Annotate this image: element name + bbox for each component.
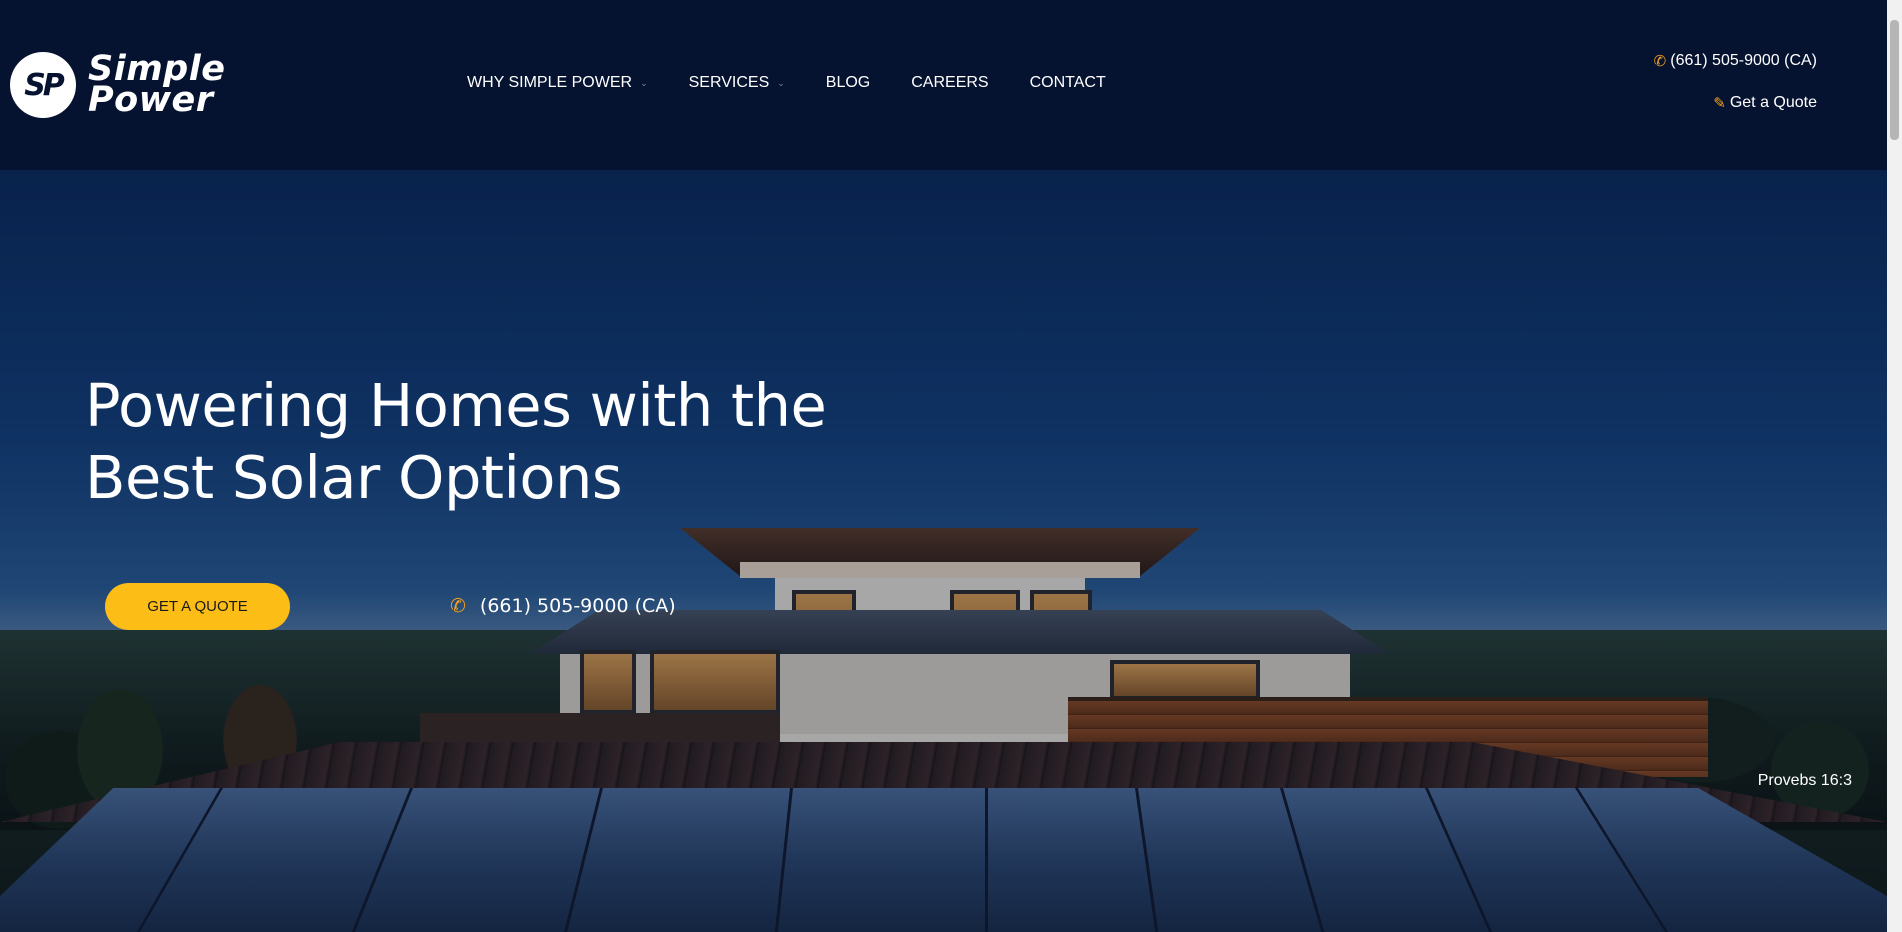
header-contact: ✆ (661) 505-9000 (CA) ✎ Get a Quote [1654, 52, 1817, 112]
chevron-down-icon: ⌄ [777, 77, 785, 88]
header-quote-link[interactable]: ✎ Get a Quote [1654, 94, 1817, 112]
hero-section: Powering Homes with the Best Solar Optio… [0, 170, 1887, 932]
nav-item-services[interactable]: SERVICES ⌄ [689, 74, 785, 92]
header-phone-number: (661) 505-9000 (CA) [1670, 52, 1817, 69]
hero-title-line2: Best Solar Options [85, 443, 623, 512]
nav-label: WHY SIMPLE POWER [467, 74, 633, 91]
header-quote-label: Get a Quote [1729, 94, 1817, 111]
verse-caption: Provebs 16:3 [1757, 772, 1852, 789]
logo[interactable]: SP Simple Power [10, 52, 225, 118]
nav-item-why-simple-power[interactable]: WHY SIMPLE POWER ⌄ [467, 74, 648, 92]
nav-item-careers[interactable]: CAREERS [911, 74, 988, 92]
page-scrollbar[interactable] [1887, 0, 1902, 932]
nav-item-contact[interactable]: CONTACT [1030, 74, 1106, 92]
logo-monogram: SP [10, 52, 76, 118]
logo-wordmark: Simple Power [88, 52, 225, 120]
main-nav: WHY SIMPLE POWER ⌄ SERVICES ⌄ BLOG CAREE… [467, 74, 1147, 92]
phone-icon: ✆ [1653, 53, 1667, 70]
get-a-quote-button[interactable]: GET A QUOTE [105, 583, 290, 630]
hero-title: Powering Homes with the Best Solar Optio… [85, 370, 845, 514]
chevron-down-icon: ⌄ [640, 77, 648, 88]
phone-icon: ✆ [450, 595, 466, 617]
edit-icon: ✎ [1713, 95, 1726, 112]
site-header: SP Simple Power WHY SIMPLE POWER ⌄ SERVI… [0, 0, 1887, 170]
header-phone-link[interactable]: ✆ (661) 505-9000 (CA) [1654, 52, 1817, 70]
hero-title-line1: Powering Homes with the [85, 371, 827, 440]
scrollbar-thumb[interactable] [1890, 20, 1899, 140]
hero-phone-link[interactable]: ✆ (661) 505-9000 (CA) [450, 595, 676, 617]
nav-label: SERVICES [688, 74, 770, 91]
logo-line2: Power [88, 80, 214, 120]
hero-overlay [0, 170, 1887, 932]
nav-item-blog[interactable]: BLOG [826, 74, 870, 92]
hero-phone-number: (661) 505-9000 (CA) [479, 595, 676, 617]
